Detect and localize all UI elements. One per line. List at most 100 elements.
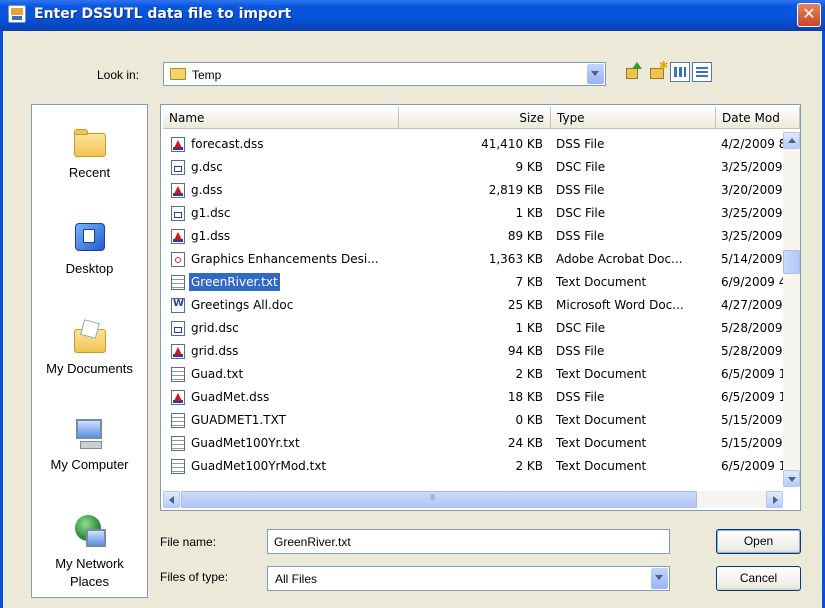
file-size: 1 KB [515,206,543,220]
desktop-icon [72,221,108,255]
file-size: 2 KB [515,367,543,381]
place-my-computer[interactable]: My Computer [32,417,147,472]
file-type: Adobe Acrobat Doc... [556,252,683,266]
file-size: 2,819 KB [488,183,543,197]
text-file-icon [171,413,185,428]
scroll-left-icon[interactable] [163,491,180,508]
pdf-file-icon [171,252,185,267]
horizontal-scrollbar[interactable] [163,491,783,508]
file-type: DSS File [556,183,605,197]
column-header-name[interactable]: Name [163,107,399,129]
chevron-down-icon[interactable] [587,64,604,84]
place-label: My Computer [50,457,129,472]
java-app-icon [8,5,26,23]
file-row[interactable]: Guad.txt 2 KB Text Document 6/5/2009 1 [165,363,795,386]
file-date: 5/14/2009 [721,252,783,266]
dss-file-icon [171,229,185,244]
file-size: 89 KB [507,229,543,243]
file-size: 0 KB [515,413,543,427]
file-size: 41,410 KB [481,137,543,151]
dss-file-icon [171,390,185,405]
file-name: g1.dss [191,229,231,243]
column-header-date[interactable]: Date Mod [716,107,800,129]
file-row[interactable]: GuadMet.dss 18 KB DSS File 6/5/2009 1 [165,386,795,409]
cancel-button[interactable]: Cancel [716,566,801,591]
file-row[interactable]: Greetings All.doc 25 KB Microsoft Word Doc… [165,294,795,317]
file-type: Microsoft Word Doc... [556,298,684,312]
place-my-network[interactable]: My Network Places [32,515,147,591]
file-row[interactable]: GuadMet100YrMod.txt 2 KB Text Document 6/5/… [165,455,795,478]
column-header-type[interactable]: Type [551,107,716,129]
file-type: DSS File [556,390,605,404]
file-date: 5/28/2009 [721,344,783,358]
place-label: Recent [68,165,111,180]
new-folder-icon[interactable] [648,59,668,82]
file-name: g.dss [191,183,223,197]
file-name: GuadMet100Yr.txt [191,436,300,450]
file-size: 24 KB [507,436,543,450]
recent-folder-icon [72,125,108,159]
file-name: Graphics Enhancements Desi... [191,252,379,266]
vertical-scrollbar[interactable] [783,132,800,487]
horizontal-scroll-thumb[interactable] [181,491,697,508]
file-name: GuadMet100YrMod.txt [191,459,327,473]
file-name: GUADMET1.TXT [191,413,286,427]
file-list[interactable]: Name Size Type Date Mod forecast.dss 41,4… [160,104,801,511]
folder-icon [170,68,186,80]
file-name-input[interactable]: GreenRiver.txt [267,529,670,554]
dss-file-icon [171,137,185,152]
file-date: 6/5/2009 1 [721,459,783,473]
file-type: DSS File [556,229,605,243]
scroll-up-icon[interactable] [783,132,800,149]
title-bar[interactable]: Enter DSSUTL data file to import ✕ [0,0,825,31]
up-folder-icon[interactable] [624,62,644,82]
file-size: 7 KB [515,275,543,289]
vertical-scroll-thumb[interactable] [783,250,800,274]
file-name: g.dsc [191,160,223,174]
file-type: DSC File [556,206,606,220]
file-size: 9 KB [515,160,543,174]
file-row[interactable]: Graphics Enhancements Desi... 1,363 KB Ado… [165,248,795,271]
file-row[interactable]: grid.dss 94 KB DSS File 5/28/2009 [165,340,795,363]
look-in-combo[interactable]: Temp [163,62,606,86]
list-view-icon[interactable] [670,62,690,82]
file-row[interactable]: forecast.dss 41,410 KB DSS File 4/2/2009 8 [165,133,795,156]
details-view-icon[interactable] [692,62,712,82]
my-computer-icon [72,417,108,451]
look-in-label: Look in: [97,68,140,82]
chevron-down-icon[interactable] [651,568,668,589]
file-row[interactable]: grid.dsc 1 KB DSC File 5/28/2009 [165,317,795,340]
file-type: DSS File [556,137,605,151]
place-my-documents[interactable]: My Documents [32,321,147,376]
scroll-down-icon[interactable] [783,470,800,487]
text-file-icon [171,436,185,451]
column-header-size[interactable]: Size [399,107,551,129]
scroll-right-icon[interactable] [766,491,783,508]
file-type-label: Files of type: [160,570,229,584]
open-button[interactable]: Open [716,529,801,554]
file-type: Text Document [556,367,647,381]
text-file-icon [171,459,185,474]
file-row[interactable]: GuadMet100Yr.txt 24 KB Text Document 5/15/2… [165,432,795,455]
file-size: 94 KB [507,344,543,358]
dss-file-icon [171,183,185,198]
file-row-selected[interactable]: GreenRiver.txt 7 KB Text Document 6/9/2009 … [165,271,795,294]
file-date: 6/9/2009 4 [721,275,783,289]
file-row[interactable]: g1.dss 89 KB DSS File 3/25/2009 [165,225,795,248]
window-title: Enter DSSUTL data file to import [34,6,292,22]
file-type-combo[interactable]: All Files [267,566,670,591]
file-type: Text Document [556,275,647,289]
file-size: 18 KB [507,390,543,404]
file-row[interactable]: g1.dsc 1 KB DSC File 3/25/2009 [165,202,795,225]
file-date: 3/25/2009 [721,229,783,243]
file-name: grid.dss [191,344,239,358]
file-row[interactable]: g.dsc 9 KB DSC File 3/25/2009 [165,156,795,179]
close-button[interactable]: ✕ [797,3,821,27]
file-row[interactable]: g.dss 2,819 KB DSS File 3/20/2009 [165,179,795,202]
network-places-icon [72,515,108,549]
place-desktop[interactable]: Desktop [32,221,147,276]
file-row[interactable]: GUADMET1.TXT 0 KB Text Document 5/15/2009 [165,409,795,432]
file-date: 5/15/2009 [721,413,783,427]
place-recent[interactable]: Recent [32,125,147,180]
file-date: 6/5/2009 1 [721,390,783,404]
